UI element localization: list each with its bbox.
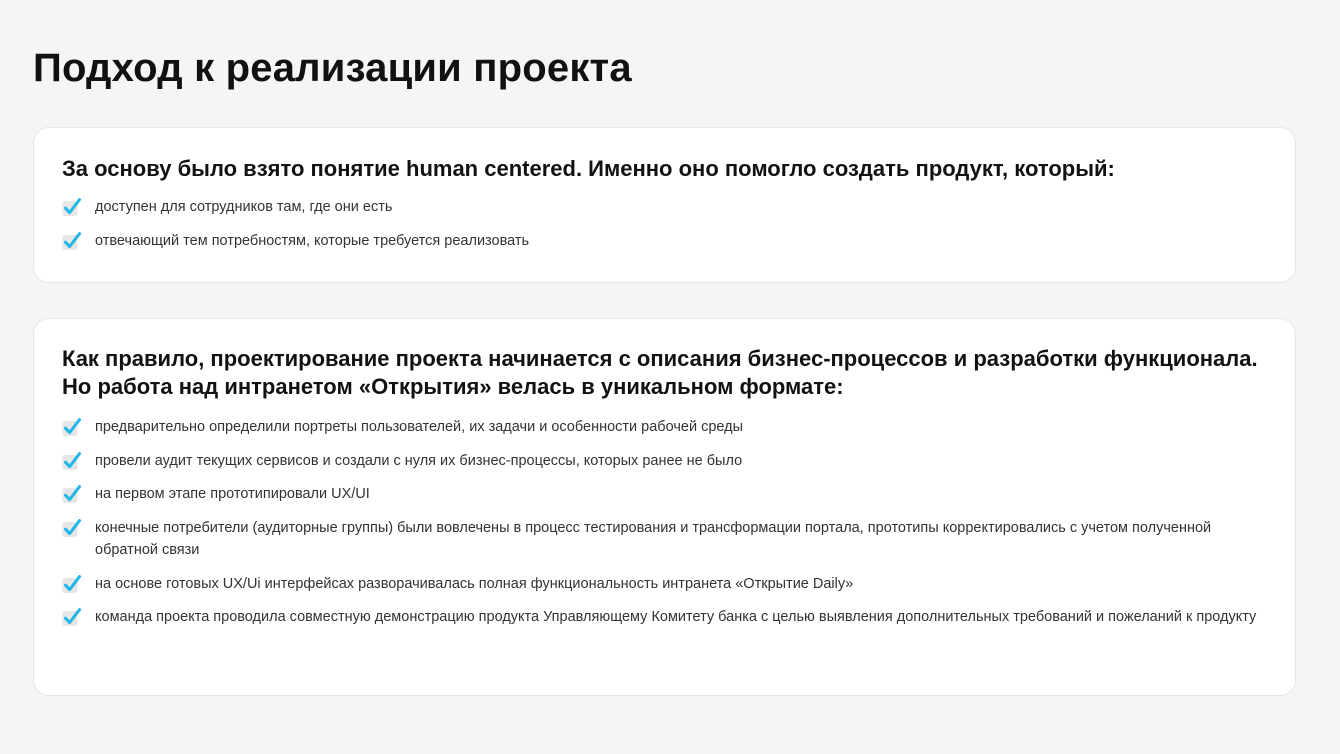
list-item-text: провели аудит текущих сервисов и создали…	[95, 452, 743, 469]
list-item-text: конечные потребители (аудиторные группы)…	[95, 519, 1212, 559]
list-item-text: команда проекта проводила совместную дем…	[95, 609, 1257, 625]
checkbox-checked-icon	[62, 418, 81, 437]
card-heading: За основу было взято понятие human cente…	[62, 156, 1115, 181]
list-item: команда проекта проводила совместную дем…	[62, 606, 1267, 629]
checkbox-checked-icon	[62, 451, 81, 471]
checkbox-checked-icon	[62, 485, 81, 504]
list-item: отвечающий тем потребностям, которые тре…	[62, 230, 1267, 253]
page-title: Подход к реализации проекта	[33, 46, 632, 90]
list-item: доступен для сотрудников там, где они ес…	[62, 196, 1267, 219]
principle-card: За основу было взято понятие human cente…	[33, 127, 1296, 283]
list-item-text: отвечающий тем потребностям, которые тре…	[95, 232, 530, 249]
checkbox-checked-icon	[62, 608, 81, 627]
list-item-text: на основе готовых UX/Ui интерфейсах разв…	[95, 575, 854, 592]
checklist: предварительно определили портреты польз…	[62, 416, 1267, 629]
checkbox-checked-icon	[62, 574, 81, 594]
list-item: провели аудит текущих сервисов и создали…	[62, 450, 1267, 473]
checklist: доступен для сотрудников там, где они ес…	[62, 196, 1267, 252]
process-card: Как правило, проектирование проекта начи…	[33, 318, 1296, 696]
checkbox-checked-icon	[62, 231, 81, 251]
list-item-text: на первом этапе прототипировали UX/UI	[95, 486, 370, 502]
list-item: на основе готовых UX/Ui интерфейсах разв…	[62, 573, 1267, 596]
list-item: конечные потребители (аудиторные группы)…	[62, 517, 1267, 562]
checkbox-checked-icon	[62, 198, 81, 217]
list-item-text: предварительно определили портреты польз…	[95, 419, 744, 435]
card-heading: Как правило, проектирование проекта начи…	[62, 346, 1258, 399]
list-item: предварительно определили портреты польз…	[62, 416, 1267, 439]
checkbox-checked-icon	[62, 518, 81, 538]
list-item-text: доступен для сотрудников там, где они ес…	[95, 199, 393, 215]
list-item: на первом этапе прототипировали UX/UI	[62, 483, 1267, 506]
